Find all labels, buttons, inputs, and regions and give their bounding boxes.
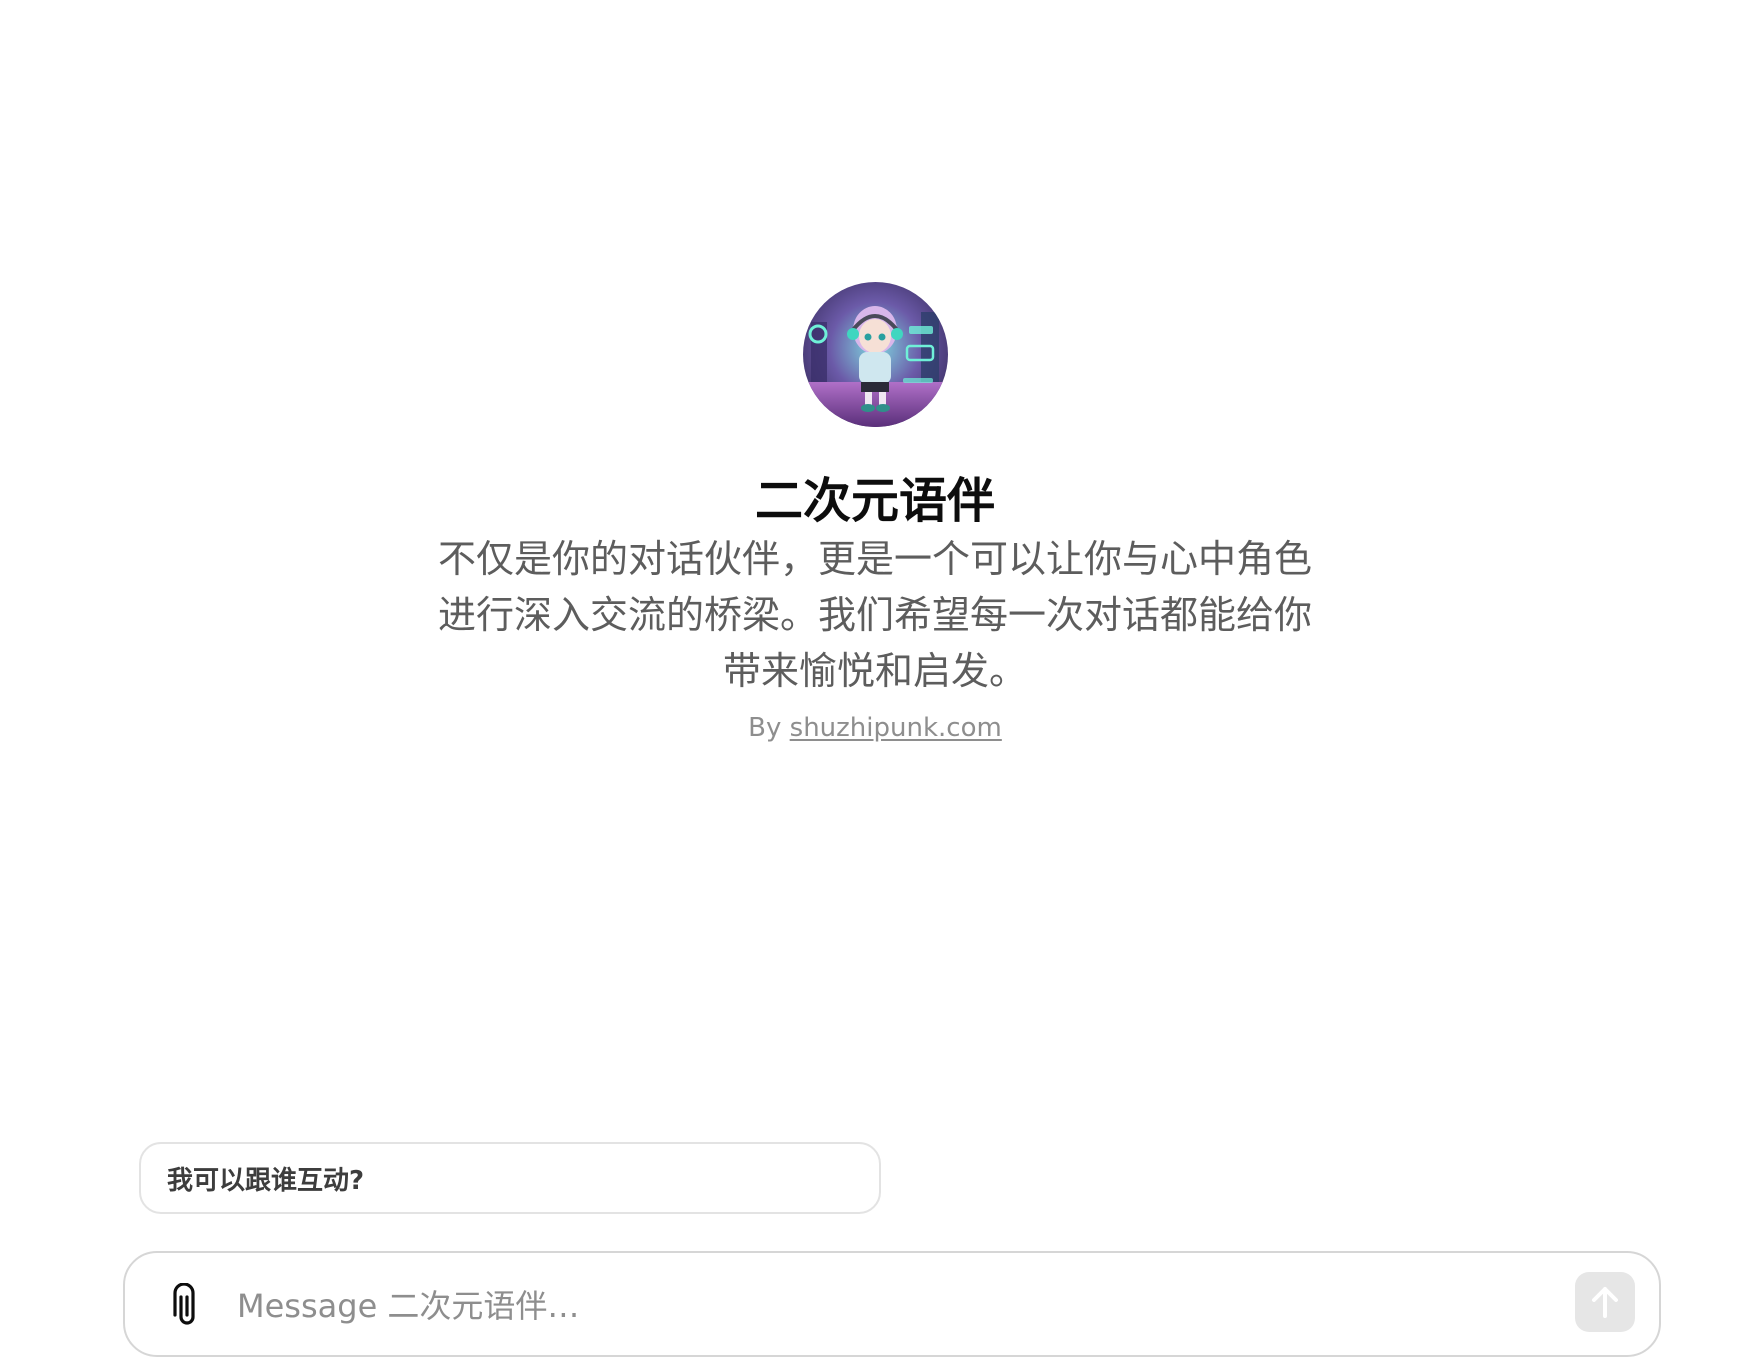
message-input[interactable] — [235, 1277, 1489, 1335]
conversation-starter-label: 我可以跟谁互动? — [167, 1165, 365, 1196]
arrow-up-icon — [1592, 1287, 1618, 1318]
conversation-starter-button[interactable]: 我可以跟谁互动? — [139, 1142, 881, 1214]
message-composer — [123, 1251, 1661, 1357]
gpt-avatar — [802, 282, 948, 427]
gpt-description: 不仅是你的对话伙伴，更是一个可以让你与心中角色进行深入交流的桥梁。我们希望每一次… — [437, 537, 1312, 693]
gpt-byline: By shuzhipunk.com — [748, 711, 1002, 745]
send-button[interactable] — [1575, 1272, 1635, 1332]
author-link[interactable]: shuzhipunk.com — [790, 713, 1002, 743]
gpt-title: 二次元语伴 — [754, 473, 995, 529]
paperclip-icon[interactable] — [165, 1283, 209, 1327]
gpt-intro: 二次元语伴 不仅是你的对话伙伴，更是一个可以让你与心中角色进行深入交流的桥梁。我… — [0, 282, 1750, 745]
byline-prefix: By — [748, 713, 782, 743]
